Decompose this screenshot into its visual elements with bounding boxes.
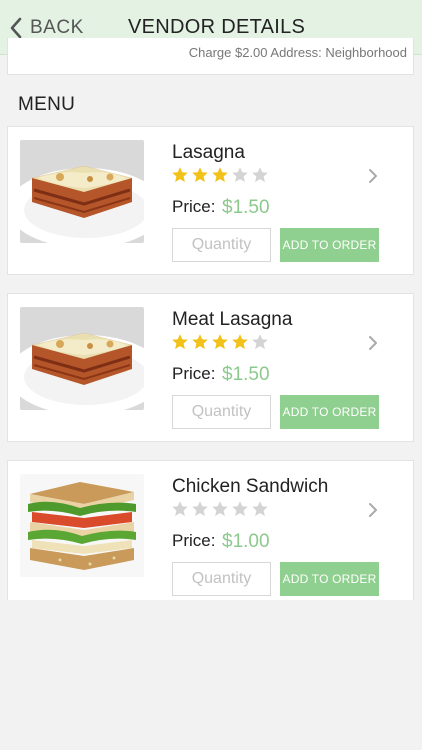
menu-item[interactable]: Chicken Sandwich Price: $1.00 ADD TO ORD… <box>7 460 414 600</box>
price-value: $1.50 <box>222 197 270 218</box>
item-name: Chicken Sandwich <box>172 476 329 497</box>
star-empty-icon <box>252 501 268 516</box>
star-empty-icon <box>232 167 248 182</box>
page-title: VENDOR DETAILS <box>128 16 306 38</box>
vendor-info-text: Charge $2.00 Address: Neighborhood <box>188 45 407 60</box>
star-empty-icon <box>252 167 268 182</box>
star-filled-icon <box>212 167 228 182</box>
lasagna-photo <box>20 307 144 410</box>
star-empty-icon <box>172 501 188 516</box>
star-filled-icon <box>232 334 248 349</box>
add-to-order-button[interactable]: ADD TO ORDER <box>280 395 379 429</box>
menu-item[interactable]: Lasagna Price: $1.50 ADD TO ORDER <box>7 126 414 275</box>
add-to-order-button[interactable]: ADD TO ORDER <box>280 228 379 262</box>
quantity-input[interactable] <box>172 228 271 262</box>
quantity-input[interactable] <box>172 395 271 429</box>
lasagna-photo <box>20 140 144 243</box>
menu-item[interactable]: Meat Lasagna Price: $1.50 ADD TO ORDER <box>7 293 414 442</box>
star-rating <box>171 500 269 520</box>
chevron-right-icon[interactable] <box>367 167 379 185</box>
star-rating <box>171 166 269 186</box>
price-value: $1.00 <box>222 531 270 552</box>
star-empty-icon <box>192 501 208 516</box>
star-empty-icon <box>252 334 268 349</box>
star-filled-icon <box>192 334 208 349</box>
star-filled-icon <box>172 334 188 349</box>
star-rating <box>171 333 269 353</box>
item-name: Lasagna <box>172 142 245 163</box>
price-label: Price: <box>172 531 216 550</box>
vendor-info-card: Charge $2.00 Address: Neighborhood <box>7 38 414 75</box>
add-to-order-button[interactable]: ADD TO ORDER <box>280 562 379 596</box>
sandwich-photo <box>20 474 144 577</box>
star-filled-icon <box>192 167 208 182</box>
back-label: BACK <box>30 17 84 38</box>
chevron-right-icon[interactable] <box>367 334 379 352</box>
price-value: $1.50 <box>222 364 270 385</box>
item-name: Meat Lasagna <box>172 309 293 330</box>
star-empty-icon <box>232 501 248 516</box>
star-filled-icon <box>172 167 188 182</box>
star-filled-icon <box>212 334 228 349</box>
chevron-left-icon <box>10 17 22 39</box>
chevron-right-icon[interactable] <box>367 501 379 519</box>
quantity-input[interactable] <box>172 562 271 596</box>
menu-section-title: MENU <box>18 94 76 115</box>
star-empty-icon <box>212 501 228 516</box>
price-label: Price: <box>172 197 216 216</box>
price-label: Price: <box>172 364 216 383</box>
